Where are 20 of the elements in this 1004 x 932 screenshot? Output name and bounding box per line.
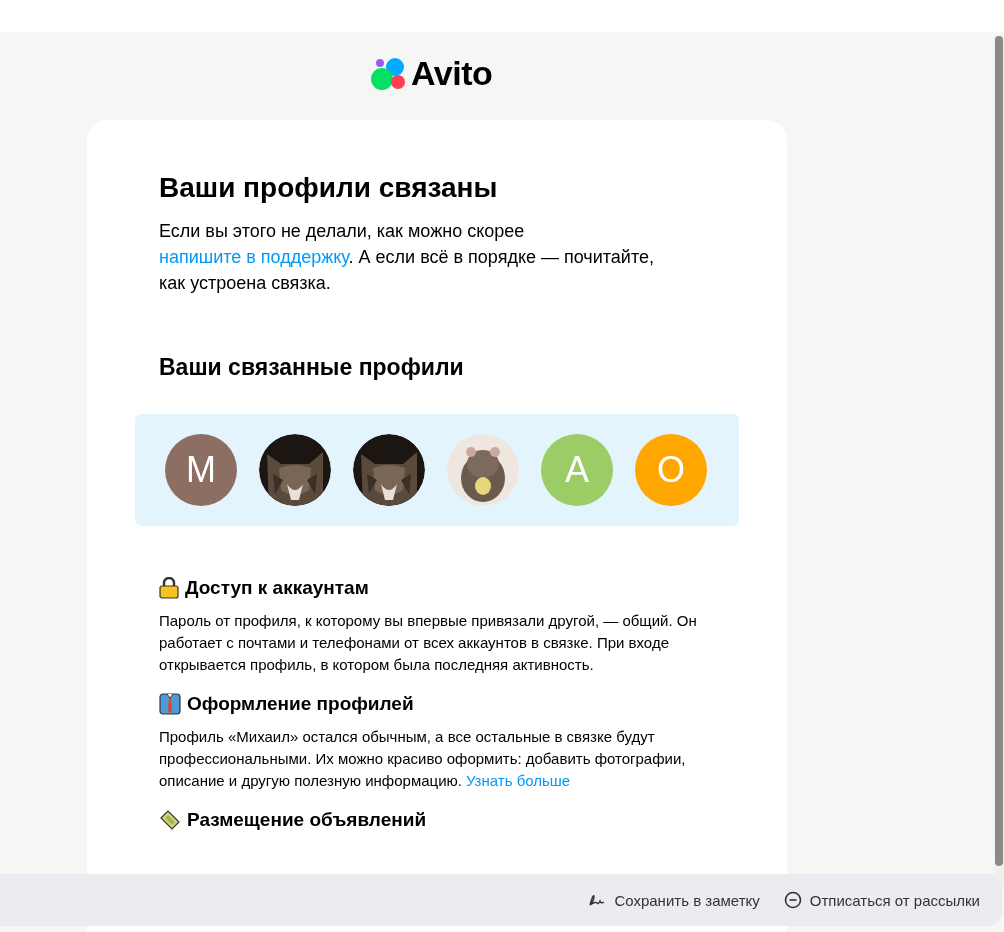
section-title: Доступ к аккаунтам (185, 577, 369, 599)
section-text: Пароль от профиля, к которому вы впервые привязали другой, — общий. Он работает с почтами и телефонами от всех аккаунтов в связке. При входе открывается профиль, в котором была последняя активность. (159, 611, 698, 675)
section-title: Оформление профилей (187, 693, 414, 715)
logo-text: Avito (411, 53, 493, 93)
avatar: М (165, 434, 237, 506)
section-text: Профиль «Михаил» остался обычным, а все остальные в связке будут профессиональными. Их можно красиво оформить: добавить фотографии, описание и другую полезную информацию. Узнать больше (159, 727, 687, 791)
heading: Ваши профили связаны (159, 171, 499, 205)
footer-button[interactable]: Сохранить в заметку (582, 887, 766, 913)
minus-circle-icon (783, 891, 802, 909)
section-title: Размещение объявлений (187, 809, 427, 831)
footer-button[interactable]: Отписаться от рассылки (777, 887, 986, 913)
shirt-icon (159, 693, 181, 715)
ticket-icon (159, 809, 181, 831)
signature-icon (588, 893, 607, 907)
avatar: А (541, 434, 613, 506)
avatar: О (635, 434, 707, 506)
lock-icon (159, 577, 179, 599)
intro-text: Если вы этого не делали, как можно скорее напишите в поддержку. А если всё в порядке — почитайте, как устроена связка. (159, 220, 655, 295)
section-heading: Ваши связанные профили (159, 353, 465, 382)
scrollbar[interactable] (994, 36, 1004, 886)
